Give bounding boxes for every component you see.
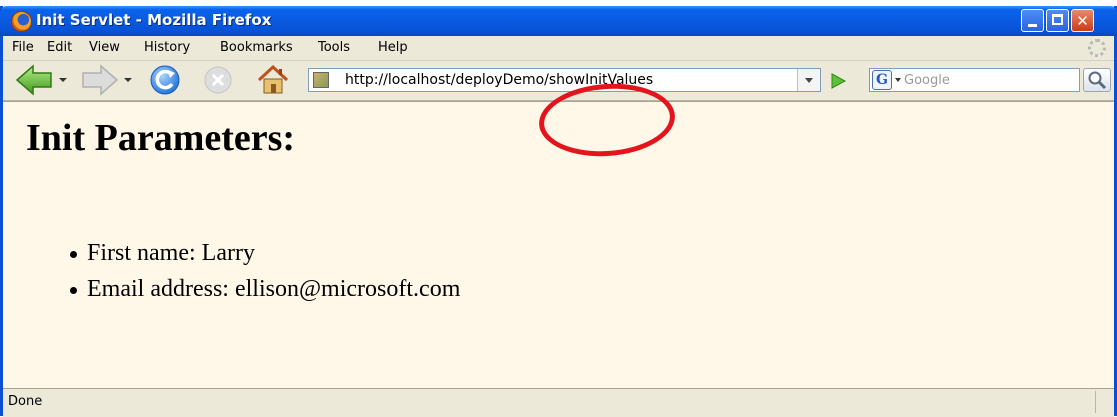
bullet-icon	[70, 251, 77, 258]
param-text: First name: Larry	[87, 240, 255, 266]
minimize-icon	[1028, 24, 1037, 27]
reload-icon[interactable]	[148, 64, 184, 96]
menu-tools[interactable]: Tools	[318, 40, 350, 55]
page-favicon-icon	[313, 72, 329, 88]
close-button[interactable]: ✕	[1071, 9, 1094, 32]
status-bar: Done	[3, 388, 1114, 417]
activity-throbber-icon	[1088, 39, 1106, 57]
list-item: Email address: ellison@microsoft.com	[67, 276, 460, 312]
stop-icon[interactable]	[201, 64, 237, 96]
navigation-toolbar: http://localhost/deployDemo/showInitValu…	[3, 60, 1114, 101]
search-bar[interactable]: G Google	[869, 68, 1080, 92]
menu-history[interactable]: History	[144, 40, 190, 55]
param-list: First name: Larry Email address: ellison…	[67, 240, 460, 312]
param-text: Email address: ellison@microsoft.com	[87, 276, 461, 302]
menu-view[interactable]: View	[89, 40, 120, 55]
maximize-icon	[1052, 14, 1063, 25]
back-icon[interactable]	[15, 64, 55, 96]
home-icon[interactable]	[255, 64, 291, 96]
back-history-dropdown-icon[interactable]	[59, 78, 67, 82]
search-input[interactable]: Google	[904, 73, 950, 88]
search-engine-dropdown-icon[interactable]	[895, 78, 901, 82]
google-engine-icon[interactable]: G	[872, 70, 892, 90]
status-divider	[1095, 391, 1096, 413]
menu-file[interactable]: File	[12, 40, 34, 55]
minimize-button[interactable]	[1021, 9, 1044, 32]
bullet-icon	[70, 287, 77, 294]
menu-bar: File Edit View History Bookmarks Tools H…	[3, 36, 1114, 61]
address-bar[interactable]: http://localhost/deployDemo/showInitValu…	[308, 68, 821, 92]
search-button[interactable]	[1083, 68, 1111, 92]
firefox-logo-icon	[11, 11, 32, 32]
status-text: Done	[8, 394, 43, 409]
browser-window: Init Servlet - Mozilla Firefox ✕ File Ed…	[0, 6, 1117, 417]
title-bar[interactable]: Init Servlet - Mozilla Firefox ✕	[0, 6, 1117, 36]
menu-edit[interactable]: Edit	[47, 40, 72, 55]
list-item: First name: Larry	[67, 240, 460, 276]
maximize-button[interactable]	[1046, 9, 1069, 32]
close-icon: ✕	[1076, 12, 1089, 30]
menu-help[interactable]: Help	[378, 40, 408, 55]
forward-icon[interactable]	[79, 64, 119, 96]
page-heading: Init Parameters:	[26, 117, 296, 159]
forward-history-dropdown-icon[interactable]	[124, 78, 132, 82]
menu-bookmarks[interactable]: Bookmarks	[220, 40, 293, 55]
address-dropdown-icon[interactable]	[797, 69, 820, 91]
window-title: Init Servlet - Mozilla Firefox	[36, 11, 272, 29]
magnifier-icon	[1088, 71, 1107, 90]
go-icon[interactable]	[829, 72, 849, 90]
